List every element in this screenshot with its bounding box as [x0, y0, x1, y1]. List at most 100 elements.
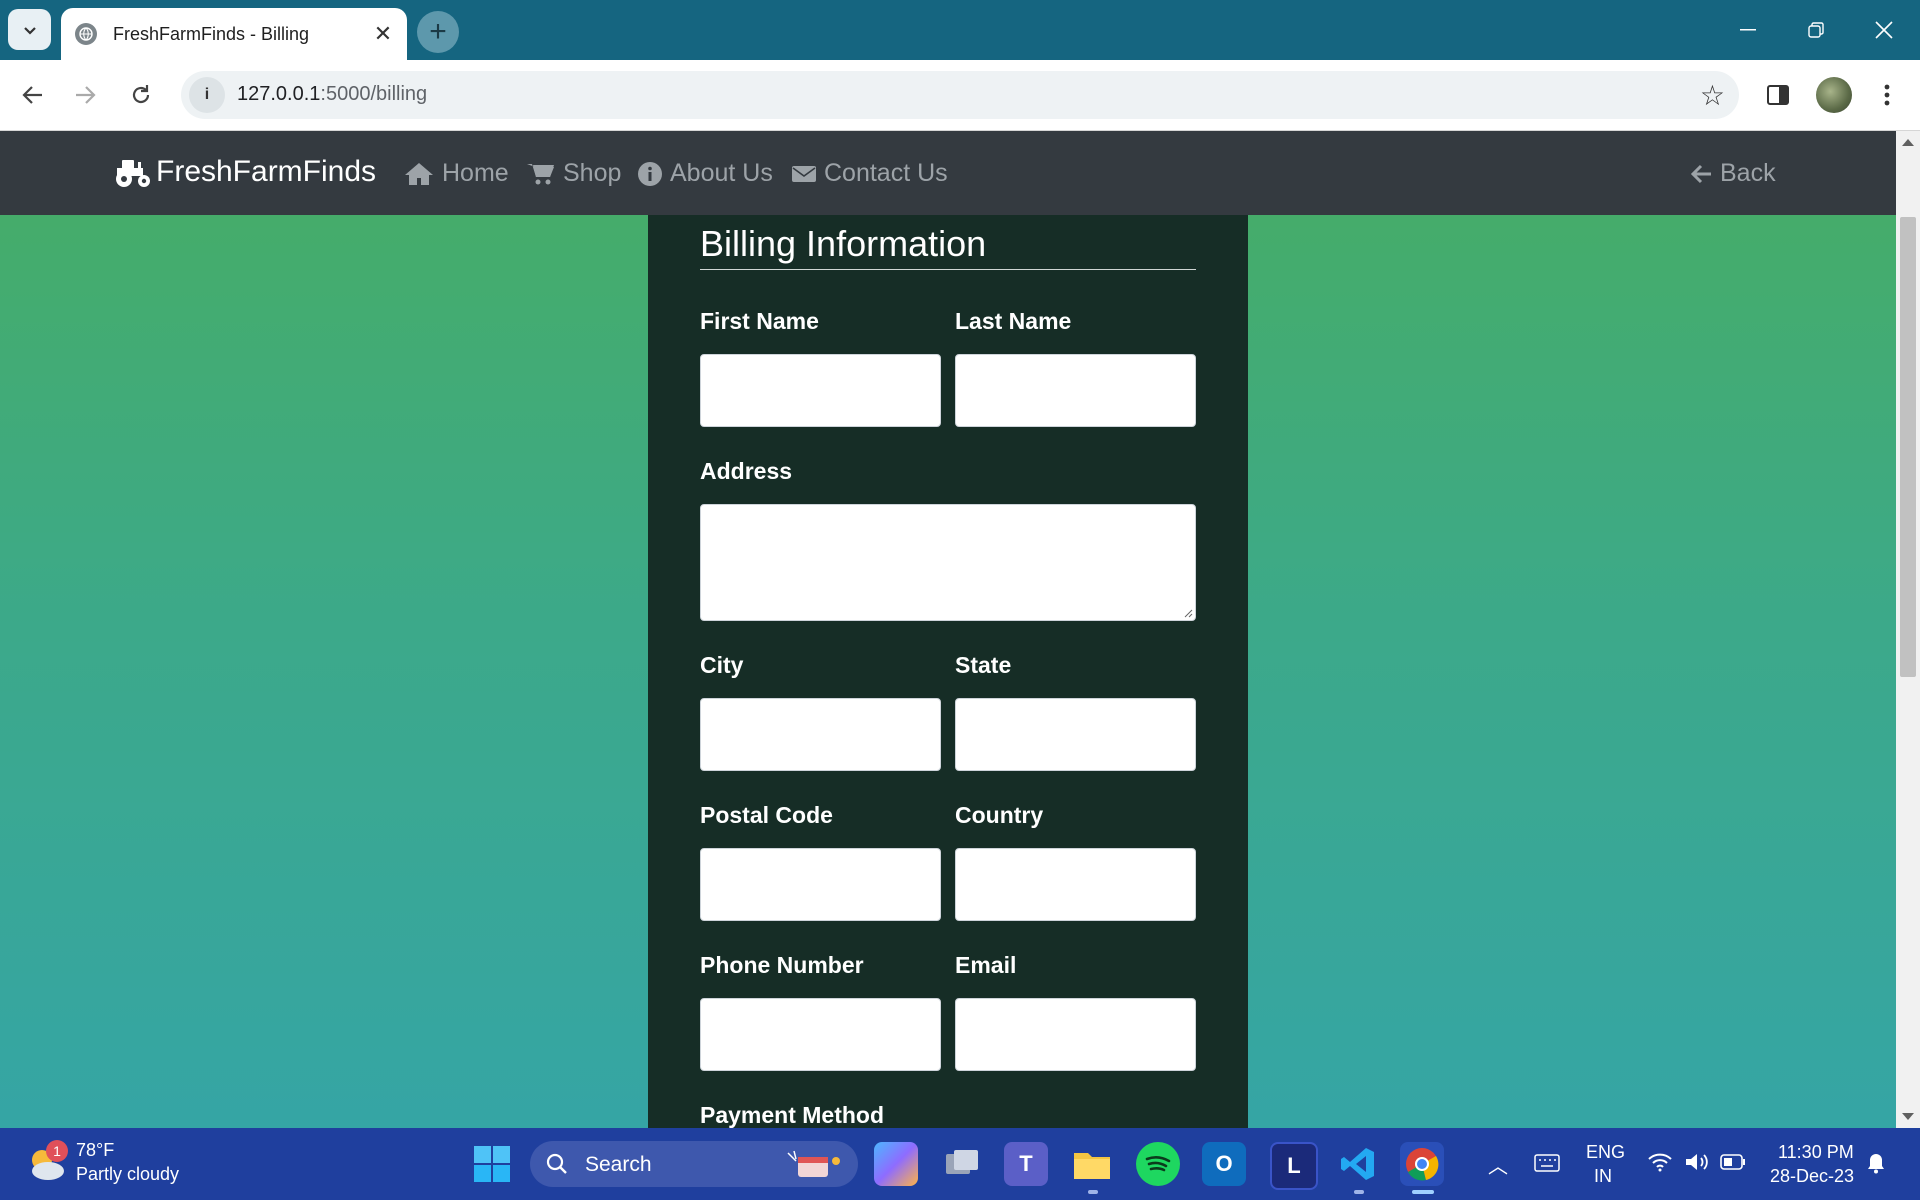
weather-badge: 1 [46, 1140, 68, 1162]
bookmark-star-icon[interactable]: ☆ [1700, 79, 1725, 112]
volume-icon[interactable] [1684, 1152, 1710, 1177]
brand-text: FreshFarmFinds [156, 155, 377, 188]
reload-icon[interactable] [120, 74, 162, 116]
nav-home[interactable]: Home [404, 159, 509, 188]
vscode-icon[interactable] [1336, 1142, 1380, 1186]
side-panel-icon[interactable] [1757, 74, 1799, 116]
postal-code-input[interactable] [700, 848, 941, 921]
nav-back[interactable]: Back [1690, 159, 1776, 188]
weather-desc: Partly cloudy [76, 1164, 180, 1184]
lang-bottom: IN [1594, 1166, 1612, 1186]
email-label: Email [955, 952, 1017, 978]
country-input[interactable] [955, 848, 1196, 921]
nav-back-label: Back [1720, 159, 1776, 187]
tab-title: FreshFarmFinds - Billing [113, 23, 310, 44]
weather-widget[interactable]: 1 78°F Partly cloudy [24, 1138, 204, 1192]
tray-chevron-up-icon[interactable]: ︿ [1488, 1150, 1508, 1179]
resize-handle-icon[interactable] [1183, 608, 1193, 618]
payment-method-label: Payment Method [700, 1102, 885, 1128]
phone-label: Phone Number [700, 952, 864, 978]
phone-input[interactable] [700, 998, 941, 1071]
scrollbar-thumb[interactable] [1900, 217, 1916, 677]
country-label: Country [955, 802, 1044, 828]
restore-icon[interactable] [1786, 8, 1846, 52]
nav-contact[interactable]: Contact Us [792, 159, 948, 188]
scroll-down-icon[interactable] [1902, 1113, 1914, 1120]
address-label: Address [700, 458, 793, 484]
last-name-label: Last Name [955, 308, 1072, 334]
cart-icon [527, 162, 555, 186]
address-bar[interactable]: i 127.0.0.1:5000/billing ☆ [181, 71, 1739, 119]
battery-icon[interactable] [1720, 1154, 1746, 1175]
tab-search-button[interactable] [8, 9, 51, 50]
notification-bell-icon[interactable] [1866, 1152, 1886, 1179]
task-view-icon[interactable] [940, 1142, 984, 1186]
state-label: State [955, 652, 1012, 678]
scroll-up-icon[interactable] [1902, 139, 1914, 146]
billing-panel: Billing Information First Name Last Name… [648, 215, 1248, 1128]
teams-icon[interactable]: T [1004, 1142, 1048, 1186]
copilot-icon[interactable] [874, 1142, 918, 1186]
file-explorer-icon[interactable] [1070, 1142, 1114, 1186]
city-input[interactable] [700, 698, 941, 771]
brand-link[interactable]: FreshFarmFinds [114, 155, 376, 189]
envelope-icon [792, 164, 816, 184]
first-name-input[interactable] [700, 354, 941, 427]
postal-code-label: Postal Code [700, 802, 833, 828]
profile-avatar[interactable] [1816, 77, 1852, 113]
info-icon [638, 161, 662, 186]
billing-heading: Billing Information [700, 223, 987, 264]
heading-divider [700, 269, 1196, 270]
weather-temp: 78°F [76, 1140, 115, 1160]
file-explorer-indicator [1088, 1190, 1098, 1194]
spotify-icon[interactable] [1136, 1142, 1180, 1186]
city-label: City [700, 652, 744, 678]
chrome-icon[interactable] [1400, 1142, 1444, 1186]
back-arrow-icon[interactable] [12, 74, 54, 116]
site-info-icon[interactable]: i [189, 77, 225, 113]
nav-shop[interactable]: Shop [527, 159, 621, 188]
keyboard-icon[interactable] [1534, 1154, 1560, 1177]
state-input[interactable] [955, 698, 1196, 771]
nav-shop-label: Shop [563, 159, 622, 187]
new-tab-button[interactable]: + [417, 11, 459, 53]
url-path: :5000/billing [320, 83, 428, 105]
nav-about-label: About Us [670, 159, 773, 187]
calendar-highlight-icon [787, 1150, 840, 1177]
close-window-icon[interactable] [1854, 8, 1914, 52]
browser-tab-strip: FreshFarmFinds - Billing ✕ + [0, 0, 1920, 60]
clock-date[interactable]: 28-Dec-23 [1770, 1166, 1854, 1187]
lang-top: ENG [1586, 1142, 1626, 1162]
url-host: 127.0.0.1 [237, 83, 321, 105]
last-name-input[interactable] [955, 354, 1196, 427]
first-name-label: First Name [700, 308, 819, 334]
wifi-icon[interactable] [1648, 1152, 1672, 1177]
search-label: Search [585, 1153, 652, 1176]
search-icon [546, 1153, 567, 1174]
email-input[interactable] [955, 998, 1196, 1071]
windows-start-icon[interactable] [470, 1142, 514, 1186]
address-textarea[interactable] [700, 504, 1196, 621]
globe-icon [75, 23, 97, 45]
site-navbar: FreshFarmFinds Home Shop About Us Contac… [0, 131, 1896, 215]
nav-home-label: Home [442, 159, 509, 187]
page-scrollbar[interactable] [1896, 131, 1920, 1128]
taskbar: 1 78°F Partly cloudy Search T O L ︿ ENG … [0, 1128, 1920, 1200]
chevron-down-icon [23, 26, 36, 35]
outlook-icon[interactable]: O [1202, 1142, 1246, 1186]
l-app-icon[interactable]: L [1270, 1142, 1318, 1190]
tractor-icon [116, 160, 150, 187]
browser-toolbar: i 127.0.0.1:5000/billing ☆ [0, 60, 1920, 131]
taskbar-search[interactable]: Search [530, 1141, 858, 1187]
tab-close-icon[interactable]: ✕ [371, 21, 395, 46]
chrome-indicator [1412, 1190, 1434, 1194]
page-viewport: FreshFarmFinds Home Shop About Us Contac… [0, 131, 1896, 1128]
nav-about[interactable]: About Us [638, 159, 773, 188]
forward-arrow-icon[interactable] [64, 74, 106, 116]
home-icon [404, 162, 434, 186]
arrow-left-icon [1690, 164, 1712, 184]
menu-kebab-icon[interactable] [1866, 74, 1908, 116]
clock-time[interactable]: 11:30 PM [1778, 1142, 1854, 1163]
browser-tab[interactable]: FreshFarmFinds - Billing ✕ [61, 8, 407, 60]
minimize-icon[interactable] [1718, 8, 1778, 52]
